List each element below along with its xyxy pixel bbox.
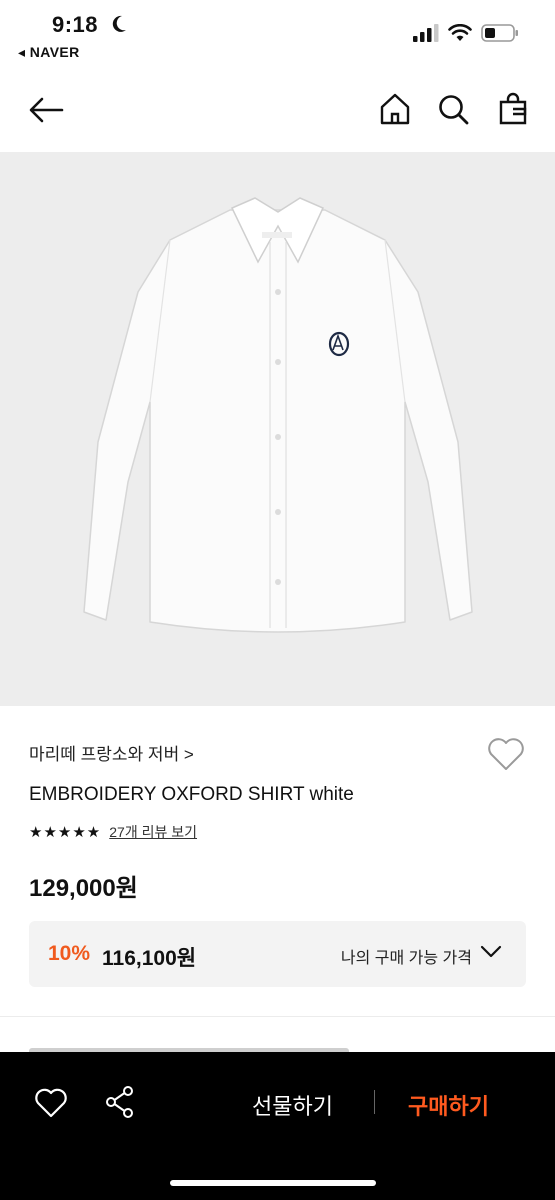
back-to-app-link[interactable]: ◂ NAVER <box>18 44 80 61</box>
buy-button[interactable]: 구매하기 <box>408 1089 489 1121</box>
shopping-bag-icon[interactable] <box>496 92 530 126</box>
discount-price-box[interactable]: 10% 116,100원 나의 구매 가능 가격 <box>29 921 526 987</box>
battery-icon <box>481 24 518 42</box>
status-time: 9:18 <box>52 12 99 37</box>
product-price: 129,000원 <box>29 875 138 902</box>
gift-button[interactable]: 선물하기 <box>252 1089 333 1121</box>
section-divider <box>0 1016 555 1017</box>
search-icon[interactable] <box>436 92 470 126</box>
back-arrow-icon[interactable] <box>26 94 66 126</box>
product-title: EMBROIDERY OXFORD SHIRT white <box>29 784 354 805</box>
chevron-down-icon[interactable] <box>480 945 502 959</box>
product-image[interactable] <box>0 152 555 706</box>
rating-row: ★★★★★ 27개 리뷰 보기 <box>29 822 197 842</box>
button-separator <box>374 1090 375 1114</box>
my-price-label: 나의 구매 가능 가격 <box>340 950 472 967</box>
share-icon[interactable] <box>104 1085 136 1119</box>
bottom-action-bar: 선물하기 구매하기 <box>0 1052 555 1200</box>
discount-percent: 10% <box>48 942 91 965</box>
wifi-icon <box>448 24 472 41</box>
discount-price: 116,100원 <box>102 947 197 970</box>
brand-link[interactable]: 마리떼 프랑소와 저버 > <box>29 740 194 765</box>
moon-icon <box>112 15 126 32</box>
heart-icon[interactable] <box>34 1087 68 1119</box>
home-icon[interactable] <box>378 92 412 126</box>
white-shirt-image <box>83 197 473 633</box>
star-rating: ★★★★★ <box>29 824 102 841</box>
cellular-signal-icon <box>413 24 439 42</box>
status-bar: 9:18 ◂ NAVER <box>0 0 555 70</box>
wishlist-heart-icon[interactable] <box>486 735 526 773</box>
review-link[interactable]: 27개 리뷰 보기 <box>109 822 197 842</box>
top-navigation <box>0 80 555 142</box>
status-indicators <box>413 24 519 42</box>
home-indicator <box>170 1180 376 1186</box>
